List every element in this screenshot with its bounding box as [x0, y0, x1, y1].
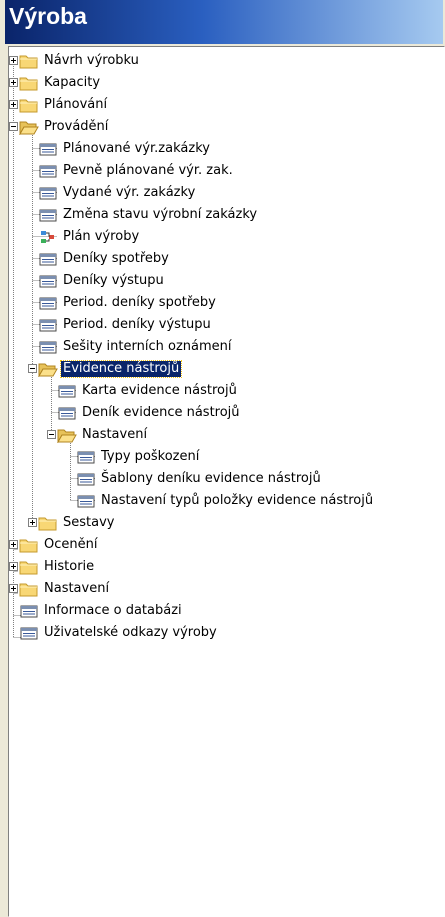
navigation-pane: Výroba Návrh výrobku Kapacity Plánování …: [0, 0, 445, 917]
tree-item-label: Nastavení typů položky evidence nástrojů: [101, 493, 374, 508]
tree-item[interactable]: Ocenění: [19, 534, 99, 556]
tree-item[interactable]: Provádění: [19, 116, 110, 138]
tree-item-label: Evidence nástrojů: [59, 360, 183, 378]
tree-item[interactable]: Nastavení typů položky evidence nástrojů: [76, 490, 375, 512]
tree-expander-plus-icon[interactable]: [9, 100, 18, 109]
tree-item[interactable]: Nastavení: [57, 424, 149, 446]
tree-item[interactable]: Deníky výstupu: [38, 270, 166, 292]
tree-item[interactable]: Nastavení: [19, 578, 111, 600]
tree-item-label: Deník evidence nástrojů: [82, 405, 240, 420]
folder-icon: [19, 559, 42, 575]
tree-item[interactable]: Karta evidence nástrojů: [57, 380, 239, 402]
tree-item-label: Provádění: [44, 119, 109, 134]
tree-item-label: Kapacity: [44, 75, 101, 90]
list-icon: [38, 207, 61, 223]
tree-item[interactable]: Plánování: [19, 94, 109, 116]
tree-item[interactable]: Návrh výrobku: [19, 50, 141, 72]
tree-expander-plus-icon[interactable]: [9, 78, 18, 87]
tree-item[interactable]: Historie: [19, 556, 96, 578]
tree-expander-plus-icon[interactable]: [9, 56, 18, 65]
tree-item[interactable]: Změna stavu výrobní zakázky: [38, 204, 259, 226]
tree-item-label: Uživatelské odkazy výroby: [44, 625, 217, 640]
list-icon: [38, 273, 61, 289]
tree-item-label: Šablony deníku evidence nástrojů: [101, 471, 321, 486]
tree-expander-plus-icon[interactable]: [28, 518, 37, 527]
pane-title-bar: Výroba: [5, 0, 443, 44]
tree-item-label: Ocenění: [44, 537, 98, 552]
tree-item[interactable]: Deníky spotřeby: [38, 248, 171, 270]
tree-expander-plus-icon[interactable]: [9, 584, 18, 593]
tree-item[interactable]: Vydané výr. zakázky: [38, 182, 197, 204]
folder-icon: [19, 53, 42, 69]
tree-item-label: Plánování: [44, 97, 108, 112]
folder-open-icon: [38, 361, 61, 377]
tree-item-label: Deníky výstupu: [63, 273, 164, 288]
tree-item-label: Sestavy: [63, 515, 115, 530]
tree-item[interactable]: Plán výroby: [38, 226, 141, 248]
folder-icon: [38, 515, 61, 531]
tree-item-label: Sešity interních oznámení: [63, 339, 232, 354]
tree-item-label: Plánované výr.zakázky: [63, 141, 210, 156]
tree-item-label: Period. deníky výstupu: [63, 317, 211, 332]
tree-item-label: Plán výroby: [63, 229, 140, 244]
folder-open-icon: [57, 427, 80, 443]
tree-item-label: Návrh výrobku: [44, 53, 139, 68]
tree-item-label: Nastavení: [44, 581, 110, 596]
list-icon: [76, 471, 99, 487]
list-icon: [38, 317, 61, 333]
list-icon: [76, 449, 99, 465]
tree-item-label: Pevně plánované výr. zak.: [63, 163, 233, 178]
folder-icon: [19, 97, 42, 113]
menu-tree[interactable]: Návrh výrobku Kapacity Plánování Provádění P…: [8, 46, 445, 917]
pane-title: Výroba: [9, 3, 87, 29]
tree-item[interactable]: Plánované výr.zakázky: [38, 138, 212, 160]
list-icon: [38, 251, 61, 267]
folder-icon: [19, 75, 42, 91]
tree-item[interactable]: Deník evidence nástrojů: [57, 402, 242, 424]
tree-item-label: Změna stavu výrobní zakázky: [63, 207, 258, 222]
folder-open-icon: [19, 119, 42, 135]
list-icon: [38, 185, 61, 201]
tree-expander-minus-icon[interactable]: [47, 430, 56, 439]
tree-item-label: Deníky spotřeby: [63, 251, 169, 266]
list-icon: [19, 603, 42, 619]
list-icon: [38, 163, 61, 179]
tree-item[interactable]: Sešity interních oznámení: [38, 336, 234, 358]
tree-item[interactable]: Uživatelské odkazy výroby: [19, 622, 219, 644]
list-icon: [57, 405, 80, 421]
tree-item-label: Informace o databázi: [44, 603, 182, 618]
tree-item-label: Karta evidence nástrojů: [82, 383, 237, 398]
tree-item[interactable]: Sestavy: [38, 512, 116, 534]
tree-expander-minus-icon[interactable]: [28, 364, 37, 373]
tree-item-label: Nastavení: [82, 427, 148, 442]
plan-icon: [38, 229, 61, 245]
list-icon: [38, 141, 61, 157]
tree-item-label: Vydané výr. zakázky: [63, 185, 196, 200]
list-icon: [57, 383, 80, 399]
tree-item[interactable]: Informace o databázi: [19, 600, 184, 622]
tree-item[interactable]: Kapacity: [19, 72, 102, 94]
tree-expander-minus-icon[interactable]: [9, 122, 18, 131]
list-icon: [76, 493, 99, 509]
tree-item-label: Period. deníky spotřeby: [63, 295, 216, 310]
tree-item[interactable]: Šablony deníku evidence nástrojů: [76, 468, 323, 490]
tree-expander-plus-icon[interactable]: [9, 540, 18, 549]
tree-item-label: Typy poškození: [101, 449, 200, 464]
list-icon: [38, 339, 61, 355]
tree-expander-plus-icon[interactable]: [9, 562, 18, 571]
folder-icon: [19, 581, 42, 597]
tree-item[interactable]: Typy poškození: [76, 446, 201, 468]
tree-item[interactable]: Period. deníky spotřeby: [38, 292, 218, 314]
list-icon: [19, 625, 42, 641]
tree-item[interactable]: Pevně plánované výr. zak.: [38, 160, 235, 182]
list-icon: [38, 295, 61, 311]
folder-icon: [19, 537, 42, 553]
tree-item[interactable]: Period. deníky výstupu: [38, 314, 213, 336]
tree-item-label: Historie: [44, 559, 95, 574]
tree-item[interactable]: Evidence nástrojů: [38, 358, 183, 380]
